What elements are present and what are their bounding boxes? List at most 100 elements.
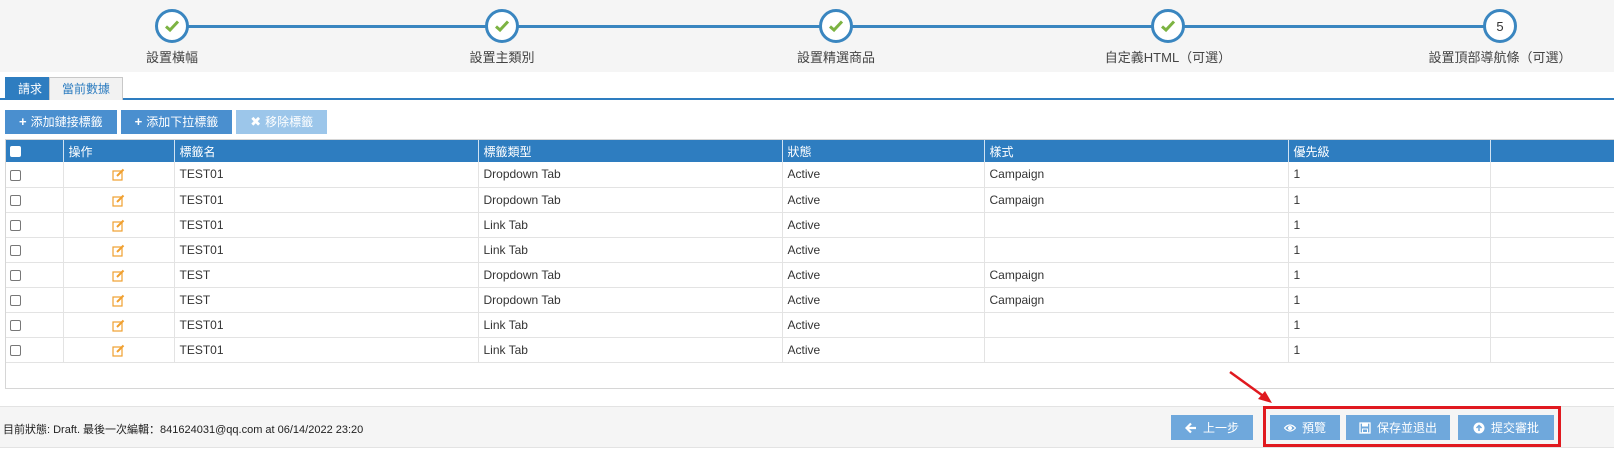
step-1-label: 設置橫幅: [145, 50, 198, 65]
step-2-circle: [485, 9, 519, 43]
cell-priority: 1: [1288, 287, 1491, 313]
cell-status: Active: [782, 262, 985, 288]
step-5-label: 設置頂部導航條（可選）: [1428, 50, 1572, 65]
cell-tab-name: TEST01: [174, 337, 479, 363]
close-icon: ✖: [250, 114, 262, 129]
row-checkbox[interactable]: [10, 169, 21, 181]
check-icon: [829, 20, 844, 33]
cell-tab-name: TEST01: [174, 312, 479, 338]
row-select-cell: [6, 312, 64, 338]
cell-tab-type: Link Tab: [478, 312, 783, 338]
step-3[interactable]: 設置精選商品: [726, 9, 946, 66]
row-actions-cell: [63, 187, 175, 213]
status-text: 目前狀態: Draft. 最後一次編輯：841624031@qq.com at …: [3, 424, 364, 436]
row-select-cell: [6, 212, 64, 238]
cell-priority: 1: [1288, 312, 1491, 338]
tabs-table-container: 操作 標籤名 標籤類型 狀態 樣式 優先級 TEST01 Dropdown Tab…: [5, 139, 1614, 389]
cell-priority: 1: [1288, 212, 1491, 238]
row-checkbox[interactable]: [10, 319, 21, 331]
edit-icon[interactable]: [112, 344, 125, 357]
cell-tab-type: Dropdown Tab: [478, 287, 783, 313]
step-5[interactable]: 5 設置頂部導航條（可選）: [1390, 9, 1610, 66]
cell-priority: 1: [1288, 262, 1491, 288]
cell-status: Active: [782, 212, 985, 238]
edit-icon[interactable]: [112, 194, 125, 207]
remove-tab-label: 移除標籤: [265, 115, 314, 129]
row-select-cell: [6, 262, 64, 288]
cell-style: [984, 212, 1289, 238]
step-2[interactable]: 設置主類別: [392, 9, 612, 66]
cell-status: Active: [782, 312, 985, 338]
row-actions-cell: [63, 262, 175, 288]
cell-extra: [1490, 187, 1614, 213]
cell-tab-type: Dropdown Tab: [478, 162, 783, 188]
add-dropdown-tab-label: 添加下拉標籤: [146, 115, 219, 129]
cell-style: [984, 237, 1289, 263]
step-4[interactable]: 自定義HTML（可選）: [1058, 9, 1278, 66]
row-checkbox[interactable]: [10, 219, 21, 231]
cell-tab-name: TEST01: [174, 212, 479, 238]
row-select-cell: [6, 337, 64, 363]
header-style: 樣式: [984, 140, 1289, 162]
check-icon: [1161, 20, 1176, 33]
table-row[interactable]: TEST01 Link Tab Active 1: [6, 337, 1614, 363]
cell-style: Campaign: [984, 262, 1289, 288]
cell-status: Active: [782, 237, 985, 263]
table-row[interactable]: TEST01 Link Tab Active 1: [6, 312, 1614, 338]
edit-icon[interactable]: [112, 244, 125, 257]
cell-extra: [1490, 312, 1614, 338]
edit-icon[interactable]: [112, 319, 125, 332]
step-5-number: 5: [1496, 18, 1504, 34]
header-actions: 操作: [63, 140, 175, 162]
table-row[interactable]: TEST01 Link Tab Active 1: [6, 237, 1614, 263]
row-checkbox[interactable]: [10, 294, 21, 306]
cell-tab-type: Link Tab: [478, 337, 783, 363]
cell-tab-name: TEST: [174, 287, 479, 313]
step-2-label: 設置主類別: [469, 50, 535, 65]
plus-icon: +: [19, 114, 27, 129]
row-checkbox[interactable]: [10, 244, 21, 256]
cell-style: Campaign: [984, 287, 1289, 313]
step-3-circle: [819, 9, 853, 43]
edit-icon[interactable]: [112, 294, 125, 307]
row-actions-cell: [63, 337, 175, 363]
cell-tab-name: TEST01: [174, 237, 479, 263]
row-select-cell: [6, 237, 64, 263]
check-icon: [495, 20, 510, 33]
cell-extra: [1490, 212, 1614, 238]
tab-bar: 請求 當前數據: [0, 77, 1614, 100]
row-checkbox[interactable]: [10, 269, 21, 281]
tab-current-data[interactable]: 當前數據: [49, 77, 124, 100]
tab-request[interactable]: 請求: [5, 77, 56, 100]
edit-icon[interactable]: [112, 219, 125, 232]
edit-icon[interactable]: [112, 269, 125, 282]
row-checkbox[interactable]: [10, 344, 21, 356]
cell-status: Active: [782, 337, 985, 363]
cell-extra: [1490, 337, 1614, 363]
plus-icon: +: [134, 114, 143, 129]
cell-style: Campaign: [984, 187, 1289, 213]
row-select-cell: [6, 162, 64, 188]
step-5-circle: 5: [1483, 9, 1517, 43]
cell-tab-type: Link Tab: [478, 212, 783, 238]
add-link-tab-button[interactable]: + 添加鏈接標籤: [5, 110, 117, 134]
table-row[interactable]: TEST Dropdown Tab Active Campaign 1: [6, 287, 1614, 313]
table-row[interactable]: TEST Dropdown Tab Active Campaign 1: [6, 262, 1614, 288]
row-checkbox[interactable]: [10, 194, 21, 206]
cell-tab-type: Link Tab: [478, 237, 783, 263]
add-dropdown-tab-button[interactable]: + 添加下拉標籤: [120, 110, 233, 134]
select-all-checkbox[interactable]: [10, 146, 21, 158]
remove-tab-button[interactable]: ✖ 移除標籤: [236, 110, 328, 134]
cell-priority: 1: [1288, 337, 1491, 363]
arrow-left-icon: [1184, 422, 1196, 433]
table-row[interactable]: TEST01 Dropdown Tab Active Campaign 1: [6, 162, 1614, 188]
table-row[interactable]: TEST01 Link Tab Active 1: [6, 212, 1614, 238]
edit-icon[interactable]: [112, 168, 125, 182]
header-tab-type: 標籤類型: [478, 140, 783, 162]
previous-step-button[interactable]: 上一步: [1171, 415, 1253, 440]
step-1[interactable]: 設置橫幅: [62, 9, 282, 66]
cell-style: [984, 337, 1289, 363]
row-select-cell: [6, 287, 64, 313]
table-row[interactable]: TEST01 Dropdown Tab Active Campaign 1: [6, 187, 1614, 213]
table-body: TEST01 Dropdown Tab Active Campaign 1 TEST01 D…: [6, 162, 1614, 363]
